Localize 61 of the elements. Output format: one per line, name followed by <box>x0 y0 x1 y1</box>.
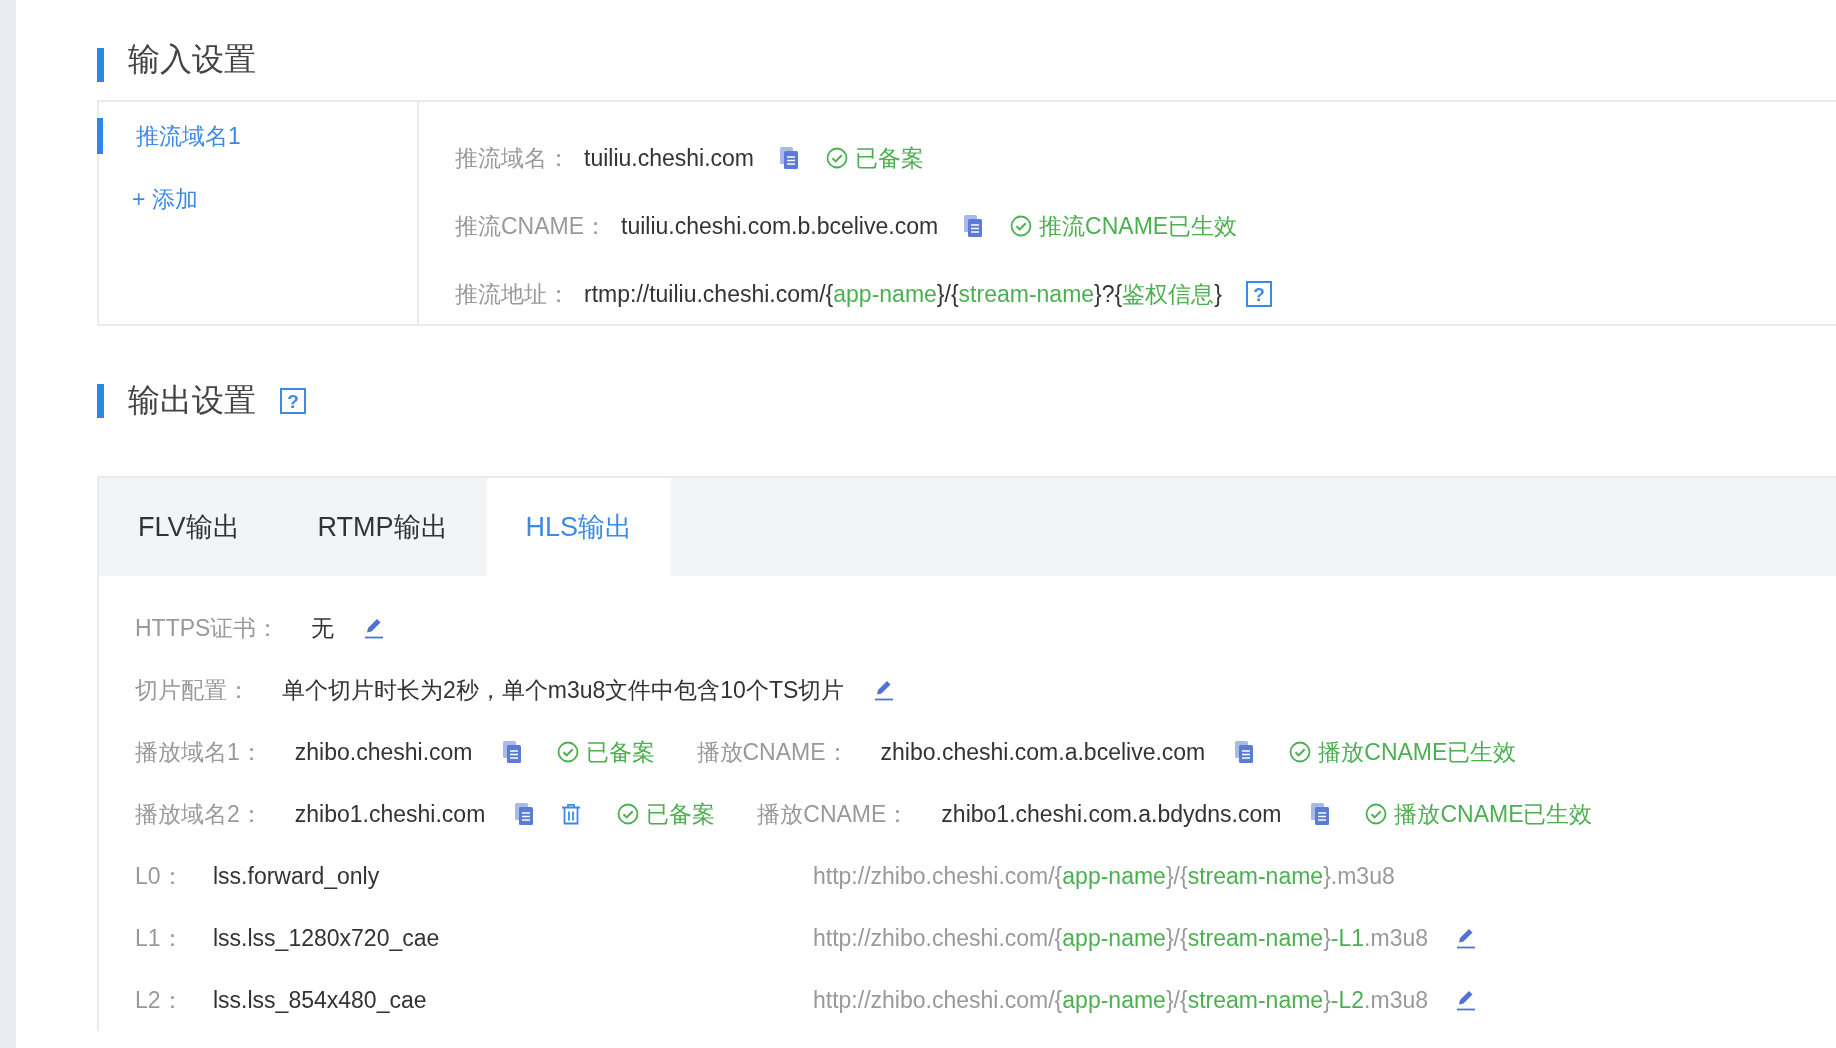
status-text: 播放CNAME已生效 <box>1394 799 1593 829</box>
field-label: 推流CNAME： <box>455 211 608 241</box>
copy-icon[interactable] <box>1235 741 1254 763</box>
field-value: zhibo1.cheshi.com <box>294 800 486 828</box>
level-label: L2： <box>135 985 185 1015</box>
field-label: 播放CNAME： <box>757 799 910 829</box>
check-circle-icon <box>556 741 579 763</box>
help-icon[interactable]: ? <box>1245 281 1272 307</box>
check-circle-icon <box>826 147 849 169</box>
edit-icon[interactable] <box>874 679 895 701</box>
field-label: 播放域名1： <box>135 737 263 767</box>
field-label: 推流地址： <box>455 279 570 309</box>
field-value: zhibo.cheshi.com <box>294 738 473 766</box>
template-name: lss.lss_854x480_cae <box>213 986 428 1014</box>
help-icon[interactable]: ? <box>280 388 306 414</box>
section-title: 输入设置 <box>128 40 256 79</box>
field-label: 播放CNAME： <box>696 737 849 767</box>
copy-icon[interactable] <box>515 803 534 825</box>
stream-url: http://zhibo.cheshi.com/{app-name}/{stream-name}-L1.m3u8 <box>813 924 1428 952</box>
output-tab[interactable]: FLV输出 <box>99 478 279 576</box>
status-text: 已备案 <box>646 799 716 829</box>
output-tab[interactable]: RTMP输出 <box>278 478 487 576</box>
template-name: lss.lss_1280x720_cae <box>213 924 441 952</box>
level-label: L0： <box>135 861 185 891</box>
template-name: lss.forward_only <box>213 862 381 890</box>
status-text: 推流CNAME已生效 <box>1039 211 1238 241</box>
stream-url: http://zhibo.cheshi.com/{app-name}/{stream-name}-L2.m3u8 <box>813 986 1428 1014</box>
field-label: 播放域名2： <box>135 799 263 829</box>
status-text: 已备案 <box>585 737 655 767</box>
edit-icon[interactable] <box>1456 989 1476 1011</box>
field-label: 切片配置： <box>135 675 250 705</box>
field-value: zhibo.cheshi.com.a.bcelive.com <box>880 738 1206 766</box>
stream-url: http://zhibo.cheshi.com/{app-name}/{stream-name}.m3u8 <box>813 862 1395 890</box>
check-circle-icon <box>1010 215 1033 237</box>
domain-tab[interactable]: 推流域名1 <box>97 118 417 154</box>
status-text: 已备案 <box>855 143 925 173</box>
section-marker <box>97 48 104 82</box>
edit-icon[interactable] <box>1456 927 1476 949</box>
check-circle-icon <box>1365 803 1388 825</box>
section-marker <box>97 384 104 418</box>
field-value: rtmp://tuiliu.cheshi.com/{app-name}/{stream-name}?{鉴权信息} <box>584 279 1222 309</box>
copy-icon[interactable] <box>780 147 799 169</box>
copy-icon[interactable] <box>964 215 983 237</box>
field-value: 无 <box>311 613 335 643</box>
field-label: HTTPS证书： <box>135 613 280 643</box>
check-circle-icon <box>617 803 640 825</box>
status-text: 播放CNAME已生效 <box>1318 737 1517 767</box>
output-tab[interactable]: HLS输出 <box>486 478 672 576</box>
copy-icon[interactable] <box>502 741 521 763</box>
section-title: 输出设置 <box>128 381 256 420</box>
field-value: tuiliu.cheshi.com <box>584 144 755 172</box>
level-label: L1： <box>135 923 185 953</box>
trash-icon[interactable] <box>561 803 582 825</box>
add-button[interactable]: + 添加 <box>132 184 198 215</box>
edit-icon[interactable] <box>364 617 385 639</box>
check-circle-icon <box>1289 741 1312 763</box>
field-value: tuiliu.cheshi.com.b.bcelive.com <box>621 212 939 240</box>
copy-icon[interactable] <box>1311 803 1330 825</box>
field-value: 单个切片时长为2秒，单个m3u8文件中包含10个TS切片 <box>282 675 845 705</box>
field-label: 推流域名： <box>455 143 570 173</box>
field-value: zhibo1.cheshi.com.a.bdydns.com <box>941 800 1282 828</box>
